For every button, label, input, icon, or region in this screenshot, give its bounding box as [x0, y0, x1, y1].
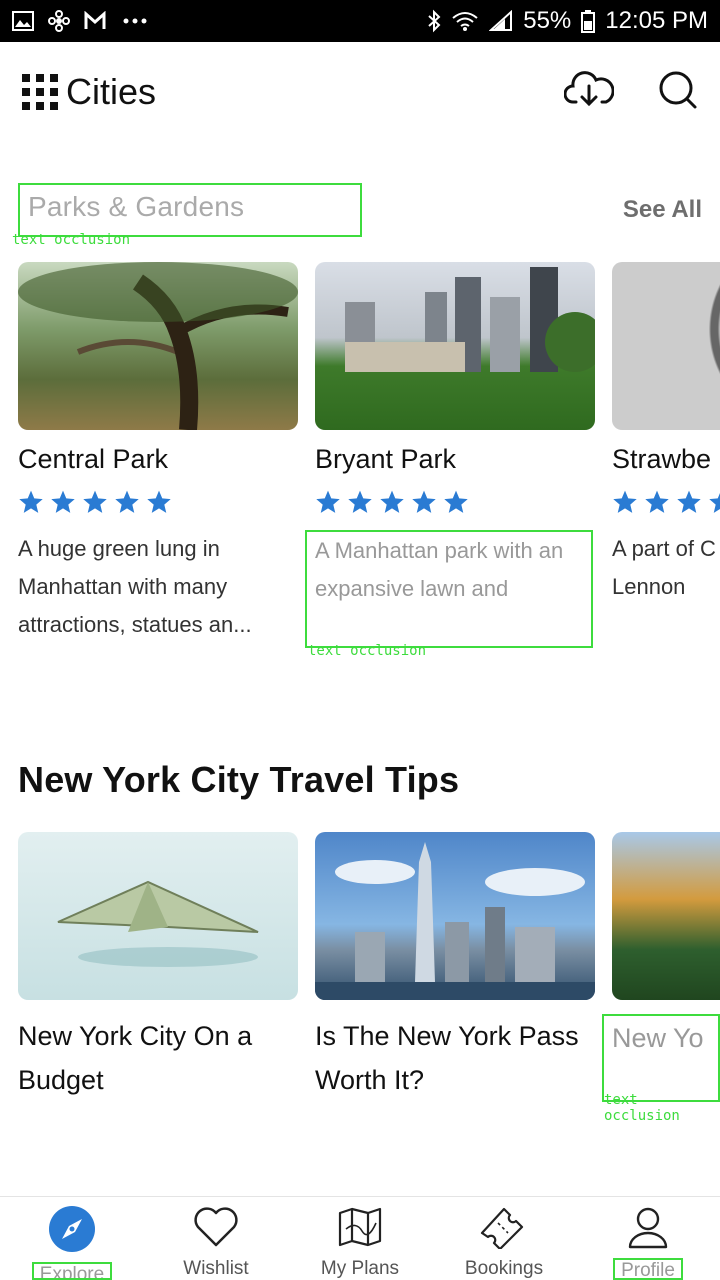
- star-icon: [676, 489, 702, 520]
- park-card[interactable]: Central Park A huge green lung in Manhat…: [18, 262, 298, 662]
- star-icon: [708, 489, 720, 520]
- tip-thumbnail: [18, 832, 298, 1000]
- download-cloud-icon[interactable]: [563, 70, 615, 115]
- park-thumbnail: [18, 262, 298, 430]
- park-description: A huge green lung in Manhattan with many…: [18, 536, 252, 637]
- park-card[interactable]: Strawbe A part of C dedicated Lennon: [612, 262, 720, 662]
- nav-profile[interactable]: Profile: [576, 1197, 720, 1280]
- parks-section-header: Parks & Gardens See All: [0, 180, 720, 240]
- star-icon: [612, 489, 638, 520]
- ticket-icon: [478, 1205, 530, 1254]
- person-icon: [624, 1205, 672, 1254]
- rating-stars: [315, 489, 595, 520]
- tip-card[interactable]: New York City On a Budget: [18, 832, 298, 1102]
- occlusion-label: text occlusion: [604, 1092, 680, 1124]
- heart-icon: [192, 1205, 240, 1254]
- star-icon: [82, 489, 108, 520]
- tips-carousel[interactable]: New York City On a Budget Is The New Yor…: [18, 832, 720, 1102]
- star-icon: [146, 489, 172, 520]
- tip-thumbnail: [612, 832, 720, 1000]
- star-icon: [644, 489, 670, 520]
- tip-card[interactable]: New Yo: [602, 832, 720, 1102]
- park-description: A Manhattan park with an expansive lawn …: [305, 530, 593, 648]
- nav-bookings[interactable]: Bookings: [432, 1197, 576, 1280]
- tip-title: New York City On a Budget: [18, 1021, 253, 1095]
- page-title: Cities: [66, 71, 157, 112]
- rating-stars: [18, 489, 298, 520]
- park-title: Strawbe: [612, 444, 712, 474]
- nav-wishlist[interactable]: Wishlist: [144, 1197, 288, 1280]
- occlusion-label: text occlusion: [308, 643, 427, 659]
- bluetooth-icon: [427, 9, 441, 33]
- star-icon: [347, 489, 373, 520]
- park-title: Bryant Park: [315, 444, 457, 474]
- nav-label: Profile: [613, 1258, 683, 1280]
- image-icon: [12, 11, 34, 31]
- park-thumbnail: [315, 262, 595, 430]
- battery-percent: 55%: [523, 7, 572, 34]
- star-icon: [443, 489, 469, 520]
- tip-card[interactable]: Is The New York Pass Worth It?: [315, 832, 595, 1102]
- nav-explore[interactable]: Explore: [0, 1197, 144, 1280]
- rating-stars: [612, 489, 720, 520]
- parks-carousel[interactable]: Central Park A huge green lung in Manhat…: [18, 262, 720, 662]
- grid-menu-icon[interactable]: [22, 74, 62, 110]
- nav-label: My Plans: [320, 1258, 400, 1279]
- parks-section-title: Parks & Gardens: [18, 183, 362, 237]
- star-icon: [411, 489, 437, 520]
- nav-label: Bookings: [464, 1258, 544, 1279]
- clock: 12:05 PM: [605, 7, 708, 34]
- nav-my-plans[interactable]: My Plans: [288, 1197, 432, 1280]
- compass-icon: [48, 1205, 96, 1258]
- park-card[interactable]: Bryant Park A Manhattan park with an exp…: [305, 262, 595, 662]
- occlusion-label: text occlusion: [12, 232, 131, 248]
- tips-section-title: New York City Travel Tips: [18, 759, 460, 800]
- nav-label: Wishlist: [183, 1258, 249, 1279]
- park-title: Central Park: [18, 444, 169, 474]
- more-icon: [122, 17, 148, 25]
- nav-label: Explore: [31, 1262, 113, 1280]
- tip-thumbnail: [315, 832, 595, 1000]
- star-icon: [18, 489, 44, 520]
- tips-section-header: New York City Travel Tips: [0, 750, 720, 810]
- app-bar: Cities: [0, 42, 720, 142]
- status-bar: 55% 12:05 PM: [0, 0, 720, 42]
- star-icon: [315, 489, 341, 520]
- star-icon: [379, 489, 405, 520]
- gmail-icon: [84, 11, 108, 31]
- park-description: A part of C dedicated Lennon: [612, 536, 720, 599]
- bottom-nav: Explore Wishlist My Plans Bookings Profi…: [0, 1196, 720, 1280]
- search-icon[interactable]: [658, 70, 698, 115]
- star-icon: [114, 489, 140, 520]
- tip-title: Is The New York Pass Worth It?: [315, 1021, 579, 1095]
- park-thumbnail: [612, 262, 720, 430]
- map-icon: [336, 1205, 384, 1254]
- tip-title: New Yo: [602, 1014, 720, 1102]
- battery-icon: [581, 9, 596, 33]
- signal-icon: [489, 10, 513, 32]
- pinwheel-icon: [48, 10, 70, 32]
- wifi-icon: [451, 10, 479, 32]
- see-all-link[interactable]: See All: [623, 196, 702, 224]
- star-icon: [50, 489, 76, 520]
